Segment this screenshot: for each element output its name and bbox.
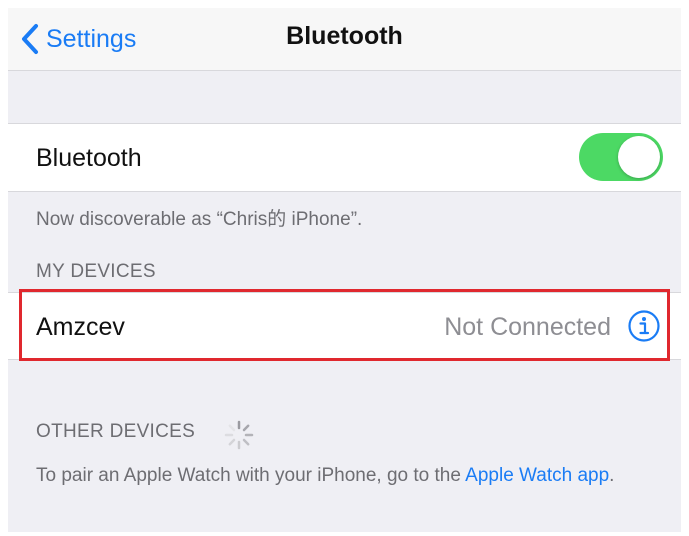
- info-icon[interactable]: [627, 309, 661, 343]
- page-title: Bluetooth: [286, 22, 403, 50]
- bluetooth-toggle-row: Bluetooth: [8, 123, 681, 192]
- device-name: Amzcev: [36, 313, 125, 341]
- pair-hint-suffix: .: [609, 465, 615, 486]
- my-devices-header: MY DEVICES: [36, 261, 156, 282]
- bluetooth-toggle-switch[interactable]: [579, 133, 663, 181]
- pair-hint-text: To pair an Apple Watch with your iPhone,…: [36, 465, 466, 486]
- discoverable-note: Now discoverable as “Chris的 iPhone”.: [36, 209, 363, 230]
- toggle-knob: [618, 136, 660, 178]
- bluetooth-row-label: Bluetooth: [36, 144, 142, 172]
- device-row-amzcev[interactable]: Amzcev Not Connected: [8, 292, 681, 360]
- apple-watch-pair-hint: To pair an Apple Watch with your iPhone,…: [36, 463, 656, 489]
- bluetooth-settings-screen: Settings Bluetooth Bluetooth Now discove…: [8, 8, 681, 532]
- navigation-bar: Settings Bluetooth: [8, 8, 681, 71]
- loading-spinner-icon: [224, 420, 254, 450]
- device-status: Not Connected: [444, 313, 611, 341]
- other-devices-header: OTHER DEVICES: [36, 421, 196, 442]
- apple-watch-app-link[interactable]: Apple Watch app: [465, 465, 609, 486]
